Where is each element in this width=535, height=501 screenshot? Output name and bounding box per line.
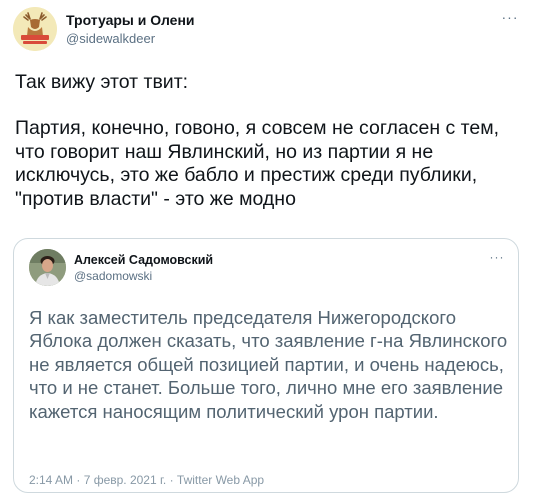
quoted-author-avatar[interactable] bbox=[29, 249, 66, 286]
quoted-author-block: Алексей Садомовский @sadomowski bbox=[74, 253, 213, 284]
author-avatar[interactable] bbox=[13, 7, 57, 51]
quoted-author-handle[interactable]: @sadomowski bbox=[74, 269, 213, 284]
author-name[interactable]: Тротуары и Олени bbox=[66, 12, 195, 29]
quoted-tweet-meta[interactable]: 2:14 AM · 7 февр. 2021 г. · Twitter Web … bbox=[29, 473, 264, 487]
tweet-text-line1: Так вижу этот твит: bbox=[15, 71, 189, 93]
quoted-more-dots-icon[interactable]: ··· bbox=[488, 251, 506, 263]
tweet-card: Тротуары и Олени @sidewalkdeer ··· Так в… bbox=[0, 0, 535, 501]
author-block: Тротуары и Олени @sidewalkdeer bbox=[66, 12, 195, 47]
quoted-tweet[interactable]: Алексей Садомовский @sadomowski ··· Я ка… bbox=[13, 238, 519, 493]
deer-logo-icon bbox=[13, 7, 57, 51]
more-dots-icon[interactable]: ··· bbox=[499, 10, 521, 24]
tweet-text: Так вижу этот твит: Партия, конечно, гов… bbox=[15, 71, 527, 211]
quoted-tweet-text: Я как заместитель председателя Нижегород… bbox=[29, 307, 508, 422]
quoted-author-name[interactable]: Алексей Садомовский bbox=[74, 253, 213, 268]
author-handle[interactable]: @sidewalkdeer bbox=[66, 30, 195, 47]
tweet-text-line2: Партия, конечно, говоно, я совсем не сог… bbox=[15, 117, 500, 210]
profile-photo-icon bbox=[29, 249, 66, 286]
